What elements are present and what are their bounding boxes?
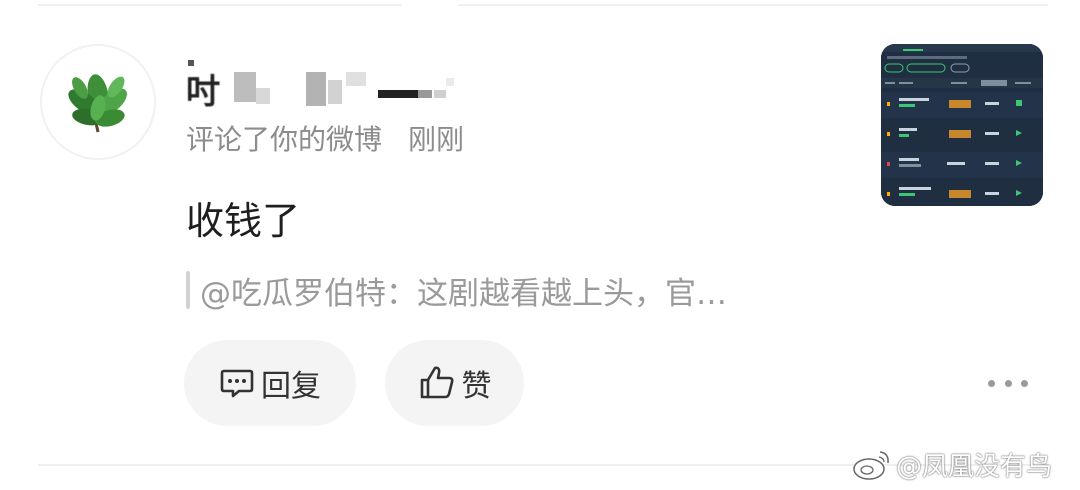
weibo-logo-icon [853,450,889,480]
top-notch [400,0,460,8]
weibo-comment-notification: 吋 评论了你的微博 刚刚 收钱了 @吃瓜罗伯特：这剧越看越上头，官… 回复 赞 … [0,0,1080,490]
username[interactable]: 吋 [186,60,486,112]
avatar[interactable] [40,44,156,160]
comment-text[interactable]: 收钱了 [186,190,300,245]
username-mosaic [256,88,270,104]
reply-button[interactable]: 回复 [184,340,356,426]
post-thumbnail[interactable] [881,44,1043,206]
username-mosaic [188,60,194,66]
ratings-table-image [881,44,1043,206]
username-mosaic [328,80,342,104]
username-mosaic [234,72,256,102]
timestamp: 刚刚 [408,123,465,156]
comment-meta: 评论了你的微博 刚刚 [186,118,464,158]
username-mosaic [346,72,366,86]
dot [1021,379,1028,387]
username-mosaic [306,72,326,106]
thumbs-up-icon [420,366,453,399]
username-mosaic [434,90,446,98]
dot [1004,379,1012,387]
like-button[interactable]: 赞 [385,340,524,426]
username-mosaic [378,90,418,98]
username-mosaic [418,90,432,98]
like-label: 赞 [461,369,492,404]
watermark-text: @凤凰没有鸟 [896,452,1053,482]
quote-text: @吃瓜罗伯特：这剧越看越上头，官… [200,275,727,312]
username-text: 吋 [186,72,220,112]
dot [988,379,995,387]
quoted-post[interactable]: @吃瓜罗伯特：这剧越看越上头，官… [186,268,727,312]
action-text: 评论了你的微博 [186,123,383,156]
plant-avatar-icon [68,74,127,133]
top-divider [38,4,1048,6]
watermark: @凤凰没有鸟 [852,446,1052,483]
more-dots-icon[interactable] [988,368,1028,398]
reply-label: 回复 [261,369,321,404]
quote-bar [186,271,190,309]
comment-bubble-icon [220,369,254,398]
username-mosaic [446,78,454,86]
